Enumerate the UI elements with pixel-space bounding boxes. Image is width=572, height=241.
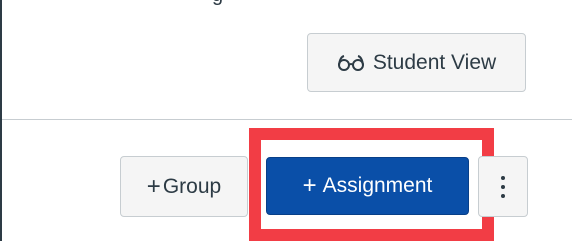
student-view-button[interactable]: Student View bbox=[307, 33, 526, 92]
plus-icon: + bbox=[146, 172, 161, 200]
add-group-button[interactable]: + Group bbox=[120, 156, 248, 217]
group-button-label: Group bbox=[162, 174, 222, 198]
highlight-annotation bbox=[249, 128, 494, 241]
student-view-label: Student View bbox=[372, 50, 497, 74]
more-vertical-icon bbox=[501, 175, 505, 198]
more-options-button[interactable] bbox=[478, 156, 528, 217]
glasses-icon bbox=[337, 54, 365, 72]
header-divider bbox=[2, 119, 572, 120]
top-partial-text: g bbox=[212, 0, 223, 7]
left-panel-border bbox=[0, 0, 2, 241]
